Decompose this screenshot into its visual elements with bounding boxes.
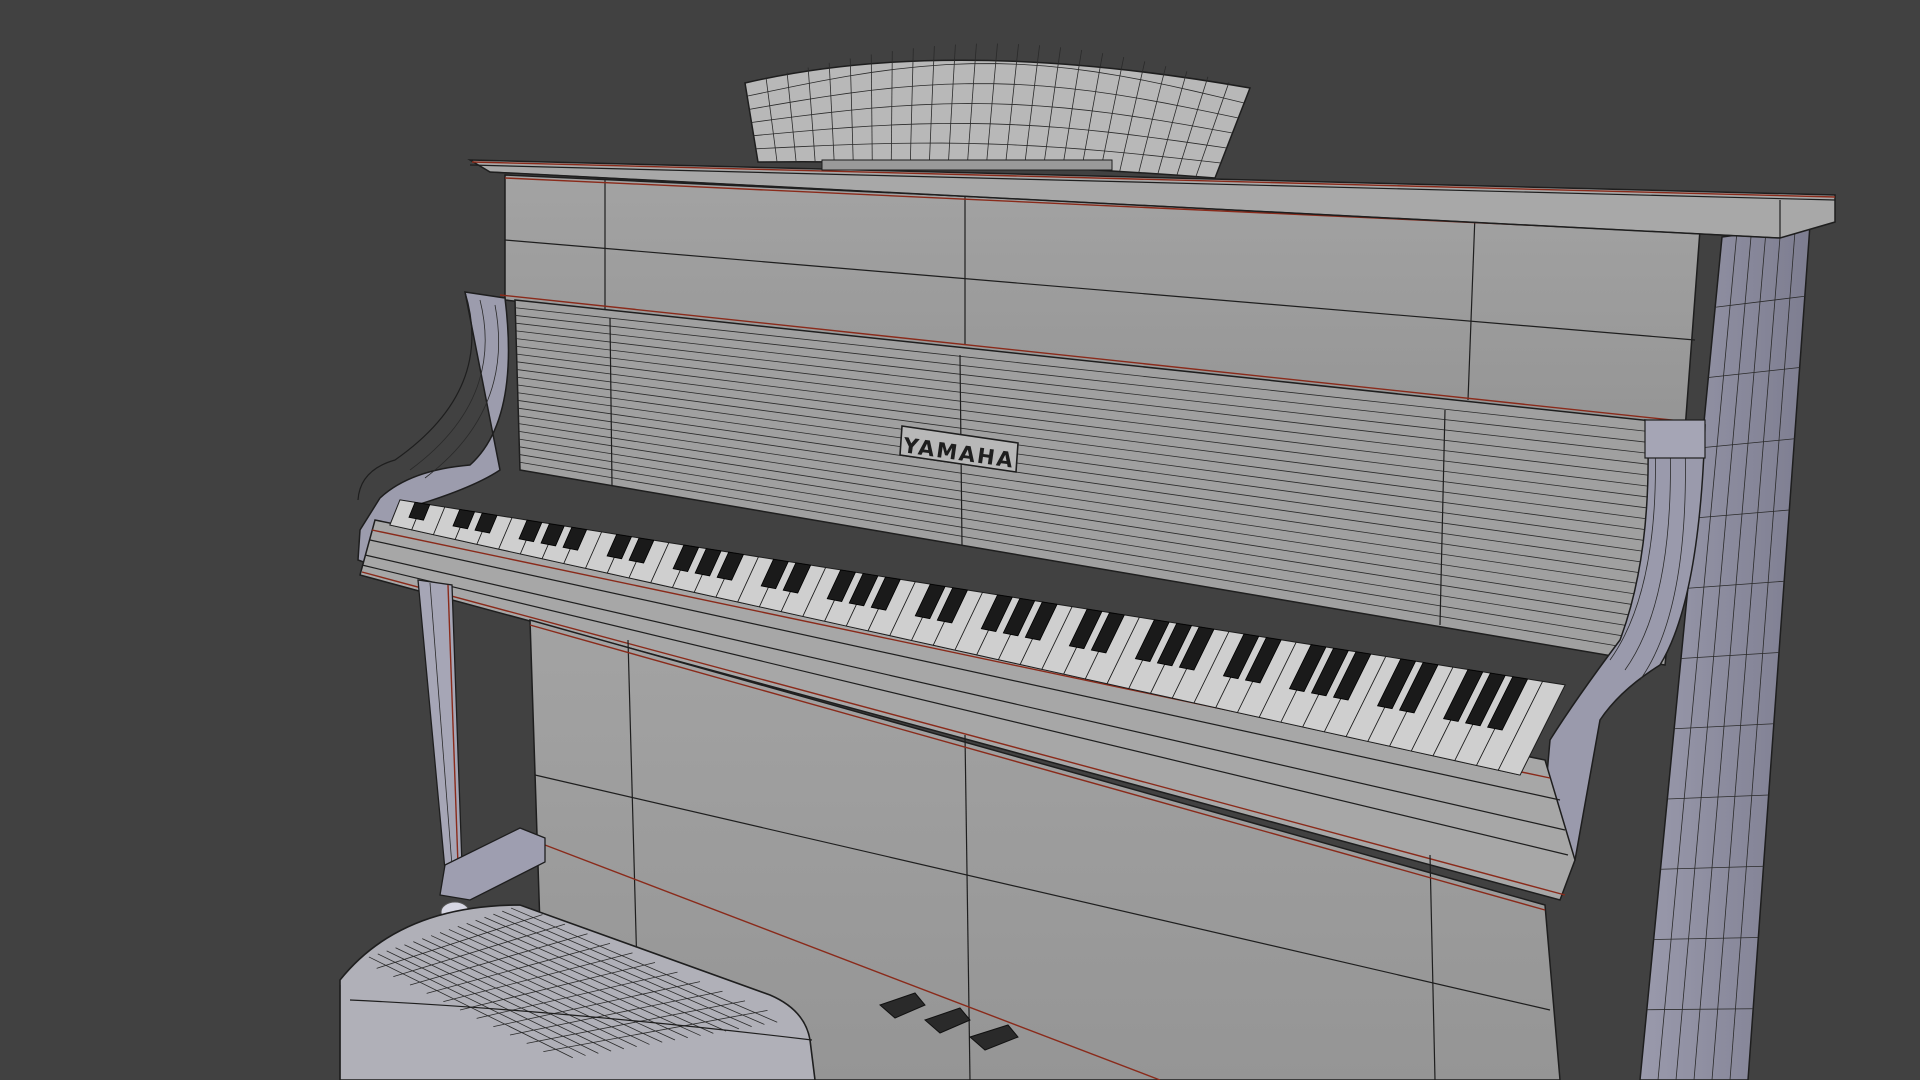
viewport-3d[interactable]: YAMAHA (0, 0, 1920, 1080)
music-stand (744, 43, 1252, 179)
piano-render: YAMAHA (339, 43, 1836, 1080)
left-leg (417, 579, 546, 923)
